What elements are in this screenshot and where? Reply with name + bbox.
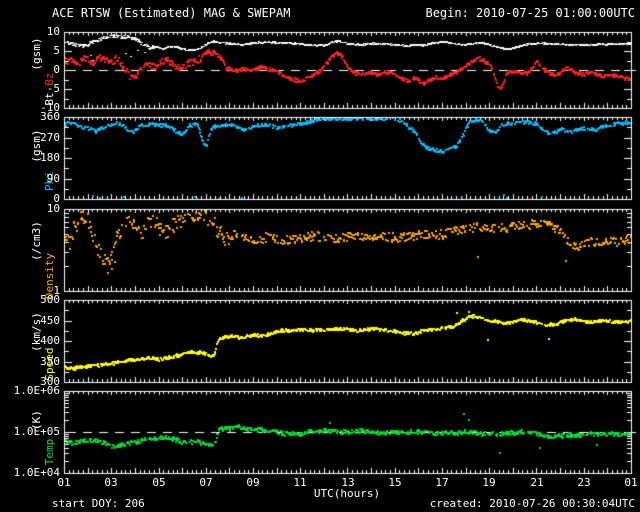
y-tick-label: 1.0E+05: [13, 425, 60, 438]
x-tick-label: 15: [388, 476, 402, 489]
x-tick-label: 05: [152, 476, 166, 489]
y-tick-label: 5: [53, 44, 60, 57]
begin-timestamp: Begin: 2010-07-25 01:00:00UTC: [425, 6, 635, 20]
x-tick-label: 03: [104, 476, 118, 489]
y-tick-label: 350: [40, 355, 60, 368]
temp-axis-label: Temp: [43, 438, 56, 466]
y-tick-label: -5: [46, 82, 60, 95]
y-tick-label: 360: [40, 110, 60, 123]
plot-canvas: [0, 0, 640, 512]
start-doy-label: start DOY: 206: [52, 497, 145, 510]
density-unit-label: (/cm3): [30, 221, 43, 261]
y-tick-label: 180: [40, 151, 60, 164]
x-tick-label: 01: [57, 476, 71, 489]
x-tick-label: 19: [482, 476, 496, 489]
y-tick-label: 400: [40, 334, 60, 347]
x-axis-title: UTC(hours): [313, 487, 381, 500]
plot-title: ACE RTSW (Estimated) MAG & SWEPAM: [52, 6, 291, 20]
y-tick-label: 10: [46, 25, 60, 38]
x-tick-label: 09: [246, 476, 260, 489]
y-tick-label: 450: [40, 314, 60, 327]
y-tick-label: 90: [46, 172, 60, 185]
x-tick-label: 13: [341, 476, 355, 489]
x-tick-label: 07: [199, 476, 213, 489]
y-tick-label: 270: [40, 131, 60, 144]
x-tick-label: 01: [624, 476, 638, 489]
ace-rtsw-plot: ACE RTSW (Estimated) MAG & SWEPAM Begin:…: [0, 0, 640, 512]
x-tick-label: 21: [530, 476, 544, 489]
y-tick-label: 1.0E+06: [13, 384, 60, 397]
x-tick-label: 11: [293, 476, 307, 489]
created-timestamp: created: 2010-07-26 00:30:04UTC: [429, 497, 635, 510]
y-tick-label: 0: [53, 63, 60, 76]
y-tick-label: 500: [40, 293, 60, 306]
x-tick-label: 17: [435, 476, 449, 489]
y-tick-label: 10: [46, 202, 60, 215]
x-tick-label: 23: [577, 476, 591, 489]
